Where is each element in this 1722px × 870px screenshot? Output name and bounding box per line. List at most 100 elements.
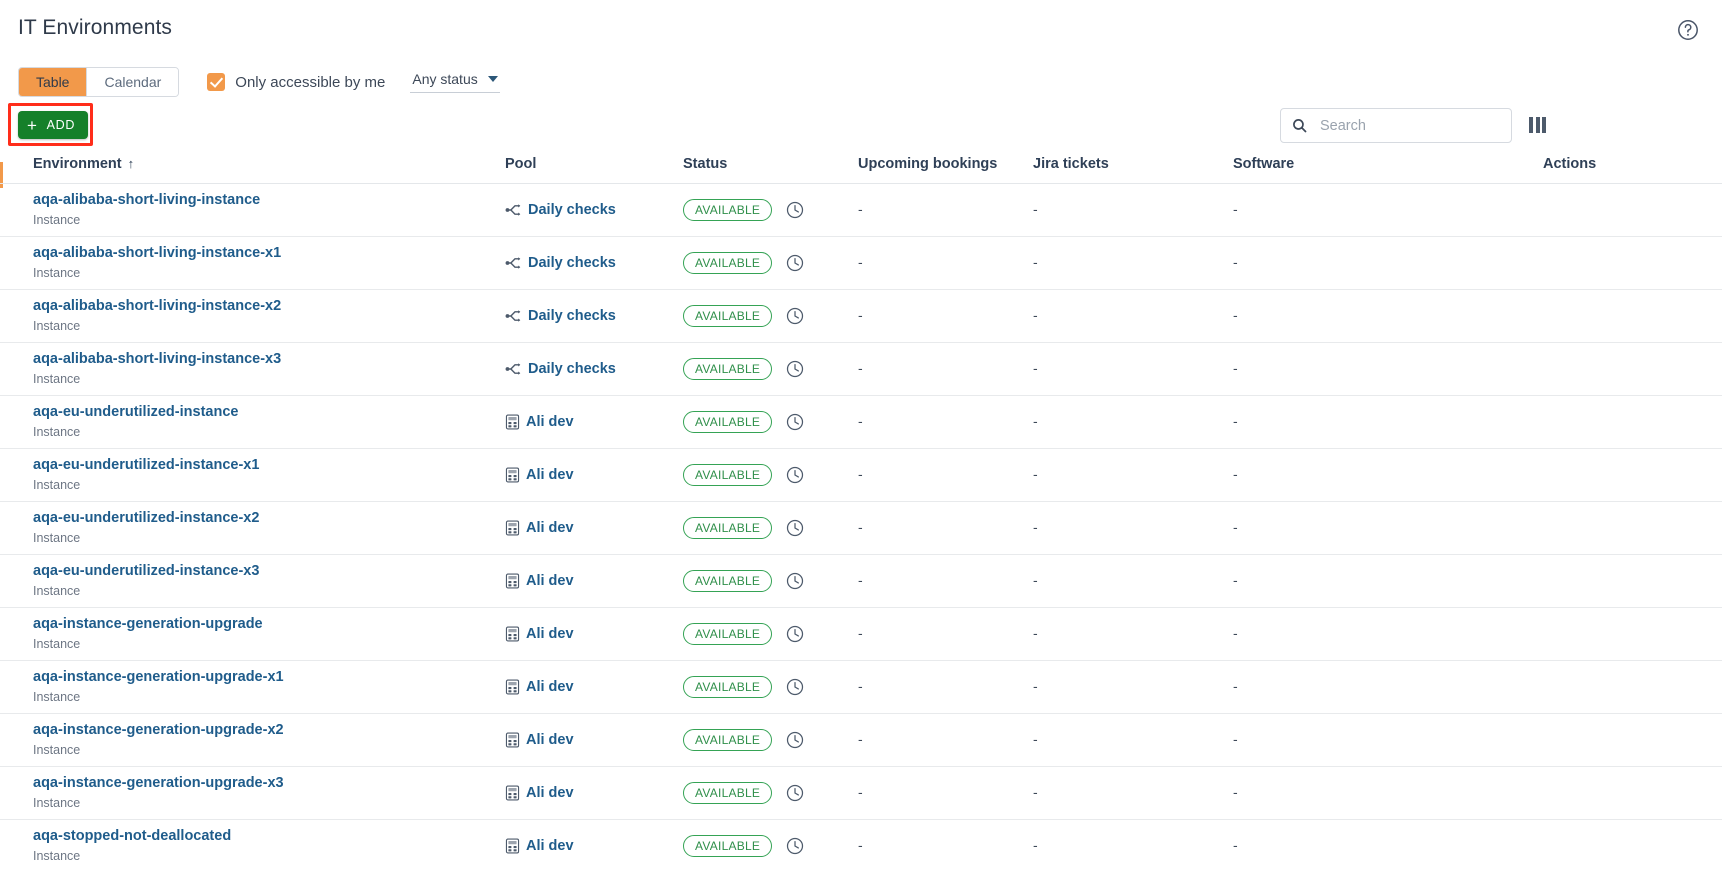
cell-actions[interactable] (1543, 501, 1722, 555)
pool-link[interactable]: Ali dev (526, 785, 574, 801)
table-row[interactable]: aqa-instance-generation-upgrade Instance A… (0, 607, 1722, 661)
tab-table[interactable]: Table (19, 68, 87, 96)
environment-link[interactable]: aqa-alibaba-short-living-instance-x3 (33, 351, 505, 368)
environment-link[interactable]: aqa-instance-generation-upgrade-x1 (33, 669, 505, 686)
cell-status: AVAILABLE (683, 660, 858, 714)
jira-tickets-value: - (1033, 254, 1038, 270)
clock-icon[interactable] (785, 200, 805, 220)
clock-icon[interactable] (785, 253, 805, 273)
column-header-pool[interactable]: Pool (505, 150, 683, 184)
pool-link[interactable]: Ali dev (526, 573, 574, 589)
columns-bar (1542, 117, 1546, 133)
cell-environment: aqa-stopped-not-deallocated Instance (0, 819, 505, 870)
calculator-icon (505, 573, 520, 589)
columns-icon[interactable] (1529, 117, 1546, 133)
clock-icon[interactable] (785, 836, 805, 856)
cell-jira-tickets: - (1033, 289, 1233, 343)
clock-icon[interactable] (785, 624, 805, 644)
environment-link[interactable]: aqa-eu-underutilized-instance-x2 (33, 510, 505, 527)
table-head: Environment ↑ Pool Status Upcoming bookin… (0, 150, 1722, 184)
column-header-environment[interactable]: Environment ↑ (0, 150, 505, 184)
tab-calendar[interactable]: Calendar (87, 68, 179, 96)
table-row[interactable]: aqa-eu-underutilized-instance-x2 Instance… (0, 501, 1722, 555)
cell-jira-tickets: - (1033, 766, 1233, 820)
column-header-jira-tickets[interactable]: Jira tickets (1033, 150, 1233, 184)
pool-link[interactable]: Ali dev (526, 414, 574, 430)
pool-link[interactable]: Ali dev (526, 732, 574, 748)
cell-software: - (1233, 236, 1543, 290)
cell-upcoming-bookings: - (858, 766, 1033, 820)
cell-actions[interactable] (1543, 660, 1722, 714)
cell-status: AVAILABLE (683, 713, 858, 767)
cell-actions[interactable] (1543, 607, 1722, 661)
pool-link[interactable]: Ali dev (526, 520, 574, 536)
pool-link[interactable]: Ali dev (526, 467, 574, 483)
clock-icon[interactable] (785, 306, 805, 326)
table-row[interactable]: aqa-eu-underutilized-instance-x1 Instance… (0, 448, 1722, 502)
table-row[interactable]: aqa-alibaba-short-living-instance Instanc… (0, 183, 1722, 237)
environment-link[interactable]: aqa-alibaba-short-living-instance-x1 (33, 245, 505, 262)
cell-jira-tickets: - (1033, 660, 1233, 714)
environment-link[interactable]: aqa-eu-underutilized-instance (33, 404, 505, 421)
cell-actions[interactable] (1543, 289, 1722, 343)
clock-icon[interactable] (785, 730, 805, 750)
help-circle-icon[interactable] (1676, 18, 1700, 42)
pool-link[interactable]: Ali dev (526, 626, 574, 642)
clock-icon[interactable] (785, 677, 805, 697)
cell-actions[interactable] (1543, 448, 1722, 502)
clock-icon[interactable] (785, 518, 805, 538)
cell-actions[interactable] (1543, 766, 1722, 820)
clock-icon[interactable] (785, 783, 805, 803)
cell-actions[interactable] (1543, 395, 1722, 449)
environment-type: Instance (33, 690, 81, 705)
environment-link[interactable]: aqa-alibaba-short-living-instance-x2 (33, 298, 505, 315)
cell-actions[interactable] (1543, 236, 1722, 290)
table-row[interactable]: aqa-alibaba-short-living-instance-x1 Inst… (0, 236, 1722, 290)
environment-link[interactable]: aqa-instance-generation-upgrade-x2 (33, 722, 505, 739)
table-row[interactable]: aqa-instance-generation-upgrade-x1 Instan… (0, 660, 1722, 714)
clock-icon[interactable] (785, 412, 805, 432)
add-button[interactable]: + ADD (18, 111, 89, 139)
cell-pool: Ali dev (505, 819, 683, 870)
pool-link[interactable]: Daily checks (528, 202, 616, 218)
pool-link[interactable]: Ali dev (526, 838, 574, 854)
column-header-status[interactable]: Status (683, 150, 858, 184)
column-header-software[interactable]: Software (1233, 150, 1543, 184)
columns-bar (1529, 117, 1533, 133)
table-row[interactable]: aqa-instance-generation-upgrade-x2 Instan… (0, 713, 1722, 767)
table-row[interactable]: aqa-instance-generation-upgrade-x3 Instan… (0, 766, 1722, 820)
search-input[interactable] (1318, 116, 1501, 135)
software-value: - (1233, 307, 1238, 323)
environment-link[interactable]: aqa-eu-underutilized-instance-x1 (33, 457, 505, 474)
cell-upcoming-bookings: - (858, 342, 1033, 396)
cell-actions[interactable] (1543, 554, 1722, 608)
cell-actions[interactable] (1543, 183, 1722, 237)
toolbar: Table Calendar Only accessible by me Any… (18, 67, 500, 97)
clock-icon[interactable] (785, 571, 805, 591)
clock-icon[interactable] (785, 465, 805, 485)
column-header-upcoming-bookings[interactable]: Upcoming bookings (858, 150, 1033, 184)
only-accessible-by-me-checkbox[interactable]: Only accessible by me (207, 73, 385, 91)
clock-icon[interactable] (785, 359, 805, 379)
pool-link[interactable]: Daily checks (528, 255, 616, 271)
table-row[interactable]: aqa-alibaba-short-living-instance-x2 Inst… (0, 289, 1722, 343)
environment-link[interactable]: aqa-alibaba-short-living-instance (33, 192, 505, 209)
status-filter-dropdown[interactable]: Any status (410, 71, 500, 93)
cell-actions[interactable] (1543, 342, 1722, 396)
environment-link[interactable]: aqa-stopped-not-deallocated (33, 828, 505, 845)
cell-actions[interactable] (1543, 713, 1722, 767)
calculator-icon (505, 732, 520, 748)
cell-software: - (1233, 448, 1543, 502)
table-row[interactable]: aqa-alibaba-short-living-instance-x3 Inst… (0, 342, 1722, 396)
environment-link[interactable]: aqa-instance-generation-upgrade-x3 (33, 775, 505, 792)
environment-link[interactable]: aqa-instance-generation-upgrade (33, 616, 505, 633)
table-row[interactable]: aqa-eu-underutilized-instance-x3 Instance… (0, 554, 1722, 608)
pool-link[interactable]: Ali dev (526, 679, 574, 695)
environment-link[interactable]: aqa-eu-underutilized-instance-x3 (33, 563, 505, 580)
table-row[interactable]: aqa-eu-underutilized-instance Instance Ali… (0, 395, 1722, 449)
pool-link[interactable]: Daily checks (528, 361, 616, 377)
table-row[interactable]: aqa-stopped-not-deallocated Instance Ali d… (0, 819, 1722, 870)
search-box[interactable] (1280, 108, 1512, 143)
cell-actions[interactable] (1543, 819, 1722, 870)
pool-link[interactable]: Daily checks (528, 308, 616, 324)
